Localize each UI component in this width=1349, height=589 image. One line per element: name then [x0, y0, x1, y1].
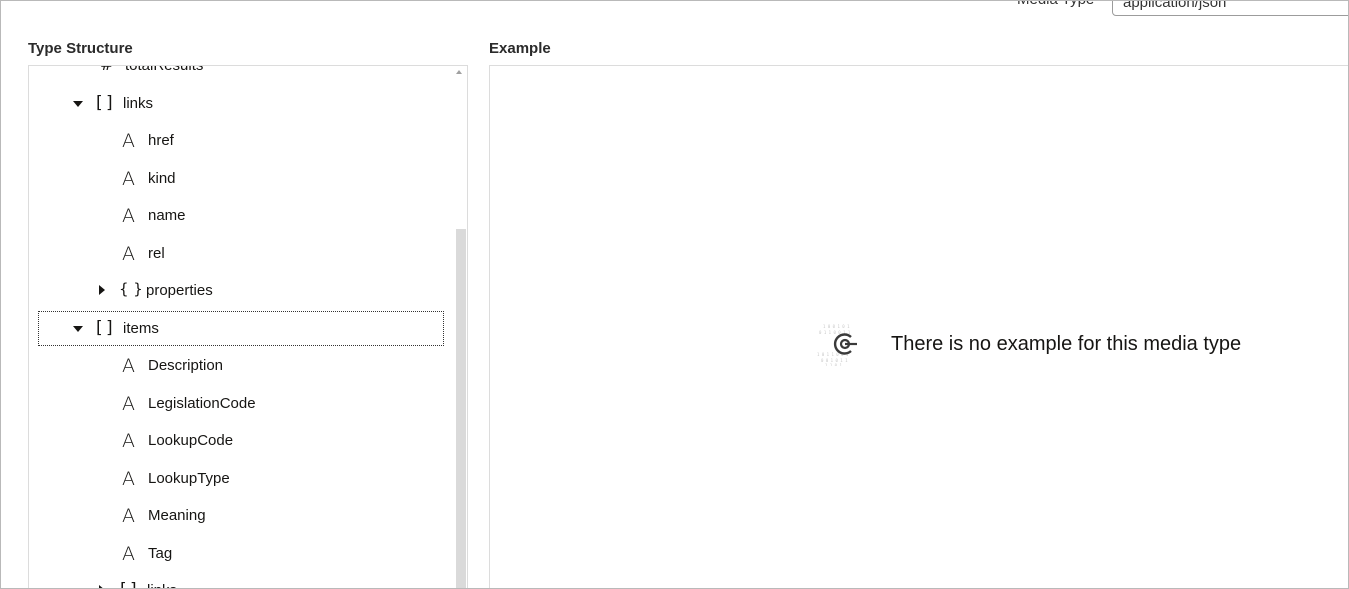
- array-icon: [ ]: [120, 580, 137, 588]
- tree-node-kind[interactable]: Akind: [29, 160, 459, 197]
- collapse-caret-icon[interactable]: [73, 101, 83, 107]
- tree-node-label: totalResults: [125, 65, 204, 74]
- tree-node-links[interactable]: [ ] links: [29, 85, 459, 122]
- number-icon: #: [100, 66, 113, 74]
- string-icon: A: [122, 168, 135, 190]
- type-structure-tree[interactable]: #totalResults[ ]linksAhrefAkindAnameArel…: [28, 65, 468, 588]
- tree-node-label: Description: [148, 357, 224, 374]
- string-icon: A: [122, 243, 135, 265]
- object-icon: { }: [119, 280, 143, 298]
- tree-node-label: kind: [148, 170, 176, 187]
- string-icon: A: [122, 355, 135, 377]
- string-icon: A: [122, 468, 135, 490]
- media-type-select[interactable]: [1112, 1, 1348, 16]
- expand-caret-icon[interactable]: [99, 285, 105, 295]
- tree-node-legislationcode[interactable]: A LegislationCode: [29, 385, 459, 422]
- tree-node-label: links: [147, 582, 177, 588]
- array-icon: [ ]: [96, 318, 113, 338]
- tree-node-label: href: [148, 132, 174, 149]
- tree-node-links[interactable]: [ ] links: [29, 572, 459, 588]
- tree-node-label: LookupType: [148, 470, 230, 487]
- tree-node-totalresults[interactable]: # totalResults: [29, 65, 459, 84]
- media-type-label: Media Type: [1017, 1, 1094, 8]
- tree-node-label: links: [123, 95, 154, 112]
- tree-node-name[interactable]: Aname: [29, 197, 459, 234]
- string-icon: A: [122, 505, 135, 527]
- string-icon: A: [122, 393, 135, 415]
- string-icon: A: [122, 130, 135, 152]
- string-icon: A: [122, 205, 135, 227]
- tree-node-meaning[interactable]: A Meaning: [29, 497, 459, 534]
- example-panel: 1 0 0 1 0 1 0 1 1 0 0 1 1 1 0 1 1 0 0 1 …: [489, 65, 1348, 588]
- tree-node-label: LegislationCode: [148, 395, 256, 412]
- tree-node-lookupcode[interactable]: A LookupCode: [29, 422, 459, 459]
- tree-node-label: LookupCode: [148, 432, 234, 449]
- tree-node-label: properties: [146, 282, 213, 299]
- empty-message: There is no example for this media type: [891, 332, 1242, 355]
- tree-node-tag[interactable]: A Tag: [29, 535, 459, 572]
- array-icon: [ ]: [96, 93, 113, 113]
- response-panel: Media Type Type Structure Example # total…: [0, 0, 1349, 589]
- tree-node-label: Tag: [148, 545, 173, 562]
- tree-node-items[interactable]: [ ] items: [29, 310, 459, 347]
- tree-node-label: Meaning: [148, 507, 206, 524]
- tree-scrollbar-thumb[interactable]: [456, 229, 466, 588]
- tree-node-properties[interactable]: { } properties: [29, 272, 459, 309]
- tree-node-label: items: [123, 320, 159, 337]
- tree-node-href[interactable]: Ahref: [29, 122, 459, 159]
- collapse-caret-icon[interactable]: [73, 326, 83, 332]
- tree-node-lookuptype[interactable]: A LookupType: [29, 460, 459, 497]
- tree-node-label: rel: [148, 245, 165, 262]
- no-example-icon: 1 0 0 1 0 1 0 1 1 0 0 1 1 1 0 1 1 0 0 1 …: [815, 322, 875, 368]
- svg-text:1 0 0 1 0 1: 1 0 0 1 0 1: [823, 324, 850, 329]
- expand-caret-icon[interactable]: [99, 585, 105, 588]
- empty-state: 1 0 0 1 0 1 0 1 1 0 0 1 1 1 0 1 1 0 0 1 …: [815, 322, 1242, 368]
- scroll-up-arrow-icon[interactable]: [456, 70, 462, 74]
- example-title: Example: [489, 40, 551, 57]
- string-icon: A: [122, 430, 135, 452]
- tree-node-description[interactable]: A Description: [29, 347, 459, 384]
- tree-node-rel[interactable]: Arel: [29, 235, 459, 272]
- tree-node-label: name: [148, 207, 186, 224]
- type-structure-title: Type Structure: [28, 40, 133, 57]
- svg-text:1 1 0 1: 1 1 0 1: [825, 363, 842, 366]
- string-icon: A: [122, 543, 135, 565]
